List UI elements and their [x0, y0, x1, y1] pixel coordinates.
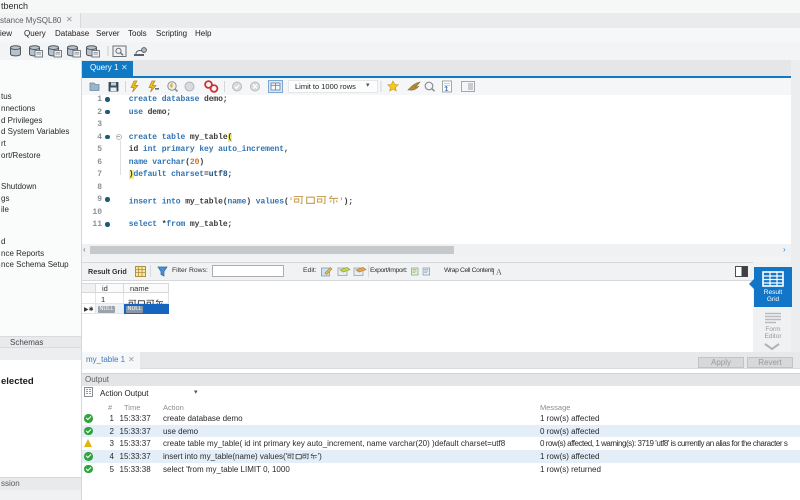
svg-text:1: 1: [445, 86, 449, 93]
svg-text:A: A: [496, 268, 502, 277]
svg-text:I: I: [492, 268, 495, 277]
